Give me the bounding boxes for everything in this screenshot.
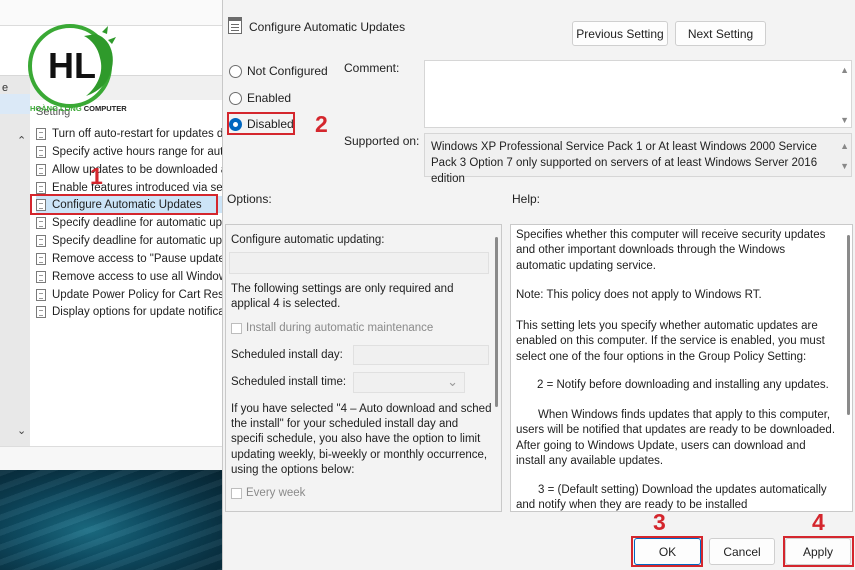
comment-label: Comment: [344, 61, 400, 75]
policy-row-label: Specify deadline for automatic upc [52, 234, 222, 247]
policy-doc-icon [36, 181, 46, 194]
chevron-down-icon[interactable]: ⌄ [447, 374, 458, 390]
desktop-wallpaper [0, 470, 222, 570]
policy-row-label: Specify deadline for automatic upd [52, 216, 222, 229]
scroll-down-arrow-icon[interactable]: ▼ [840, 158, 849, 174]
annotation-step-3: 3 [653, 509, 666, 535]
policy-settings-dialog: Configure Automatic Updates Previous Set… [222, 0, 855, 570]
supported-on-label: Supported on: [344, 134, 420, 148]
install-time-dropdown[interactable]: ⌄ [353, 372, 465, 393]
annotation-box-apply [783, 536, 854, 567]
logo-caption-suffix: COMPUTER [81, 104, 127, 113]
policy-doc-icon [36, 270, 46, 283]
install-day-dropdown[interactable] [353, 345, 489, 365]
comment-textarea[interactable]: ▲ ▼ [424, 60, 852, 128]
policy-row-label: Specify active hours range for auto [52, 145, 222, 158]
radio-circle[interactable] [229, 64, 242, 78]
enabled-label: Enabled [247, 91, 292, 105]
options-note: The following settings are only required… [231, 283, 454, 310]
install-maintenance-label: Install during automatic maintenance [246, 322, 434, 334]
annotation-box-policy [30, 194, 218, 215]
hoang-long-logo-icon: HL [28, 24, 116, 108]
policy-doc-icon [36, 305, 46, 318]
enabled-radio[interactable]: Enabled [229, 91, 291, 105]
help-paragraph: When Windows finds updates that apply to… [516, 409, 836, 467]
help-paragraph: This setting lets you specify whether au… [516, 320, 825, 363]
configure-updating-label: Configure automatic updating: [231, 234, 385, 246]
cancel-button[interactable]: Cancel [709, 538, 775, 565]
annotation-step-1: 1 [90, 163, 103, 189]
options-panel[interactable]: Configure automatic updating: The follow… [225, 224, 502, 512]
supported-on-value: Windows XP Professional Service Pack 1 o… [431, 141, 818, 185]
policy-settings-icon [228, 17, 242, 34]
previous-setting-button[interactable]: Previous Setting [572, 21, 668, 46]
policy-doc-icon [36, 163, 46, 176]
logo-caption: HOÀNG LONG COMPUTER [30, 104, 127, 113]
policy-row-turn-off-auto-restart[interactable]: Turn off auto-restart for updates d [36, 125, 222, 142]
policy-doc-icon [36, 234, 46, 247]
options-scrollbar-thumb[interactable] [495, 237, 498, 407]
install-maintenance-checkbox[interactable] [231, 323, 242, 334]
policy-doc-icon [36, 216, 46, 229]
options-label: Options: [227, 192, 272, 206]
dialog-title: Configure Automatic Updates [249, 20, 406, 34]
policy-row-remove-pause[interactable]: Remove access to "Pause updates" [36, 250, 222, 267]
policy-row-deadline-1[interactable]: Specify deadline for automatic upd [36, 214, 222, 231]
help-paragraph: 2 = Notify before downloading and instal… [537, 379, 829, 391]
policy-row-label: Remove access to use all Windows [52, 270, 222, 283]
scroll-up-arrow-icon[interactable]: ⌃ [17, 134, 26, 147]
not-configured-radio[interactable]: Not Configured [229, 64, 328, 78]
policy-row-deadline-2[interactable]: Specify deadline for automatic upc [36, 232, 222, 249]
logo-caption-brand: HOÀNG LONG [30, 104, 82, 113]
help-paragraph: Specifies whether this computer will rec… [516, 229, 826, 272]
policy-doc-icon [36, 127, 46, 140]
auto-download-description: If you have selected "4 – Auto download … [231, 403, 492, 476]
policy-row-label: Allow updates to be downloaded a [52, 163, 222, 176]
help-paragraph: Note: This policy does not apply to Wind… [516, 289, 762, 301]
editor-tree-pane[interactable]: e [0, 76, 30, 446]
annotation-step-4: 4 [812, 509, 825, 535]
policy-doc-icon [36, 288, 46, 301]
logo-letters: HL [48, 45, 96, 86]
configure-updating-dropdown[interactable] [229, 252, 489, 274]
policy-doc-icon [36, 252, 46, 265]
tree-pane-label: e [2, 82, 9, 94]
annotation-box-ok [631, 536, 703, 567]
options-scrollbar[interactable] [493, 225, 501, 511]
next-setting-button[interactable]: Next Setting [675, 21, 766, 46]
policy-row-display-options[interactable]: Display options for update notifica [36, 303, 222, 320]
scroll-up-arrow-icon[interactable]: ▲ [840, 138, 849, 154]
policy-row-label: Display options for update notifica [52, 305, 222, 318]
help-panel[interactable]: Specifies whether this computer will rec… [510, 224, 853, 512]
help-label: Help: [512, 192, 541, 206]
policy-doc-icon [36, 145, 46, 158]
scroll-up-arrow-icon[interactable]: ▲ [840, 65, 849, 75]
annotation-box-disabled [227, 112, 295, 135]
policy-row-label: Remove access to "Pause updates" [52, 252, 222, 265]
editor-status-bar [0, 446, 222, 470]
policy-row-label: Update Power Policy for Cart Resta [52, 288, 222, 301]
radio-circle[interactable] [229, 91, 242, 105]
supported-on-text: Windows XP Professional Service Pack 1 o… [424, 133, 852, 185]
every-week-label: Every week [246, 487, 306, 499]
annotation-step-2: 2 [315, 111, 328, 137]
policy-row-label: Turn off auto-restart for updates d [52, 127, 222, 140]
scroll-down-arrow-icon[interactable]: ⌄ [17, 424, 26, 437]
policy-row-label: Enable features introduced via serv [52, 181, 222, 194]
policy-row-power-policy[interactable]: Update Power Policy for Cart Resta [36, 286, 222, 303]
policy-row-active-hours[interactable]: Specify active hours range for auto [36, 143, 222, 160]
not-configured-label: Not Configured [247, 64, 328, 78]
help-scrollbar-thumb[interactable] [847, 235, 850, 415]
policy-row-allow-download[interactable]: Allow updates to be downloaded a [36, 161, 222, 178]
every-week-checkbox[interactable] [231, 488, 242, 499]
help-paragraph: 3 = (Default setting) Download the updat… [516, 484, 827, 512]
scroll-down-arrow-icon[interactable]: ▼ [840, 115, 849, 125]
policy-row-remove-access-all[interactable]: Remove access to use all Windows [36, 268, 222, 285]
